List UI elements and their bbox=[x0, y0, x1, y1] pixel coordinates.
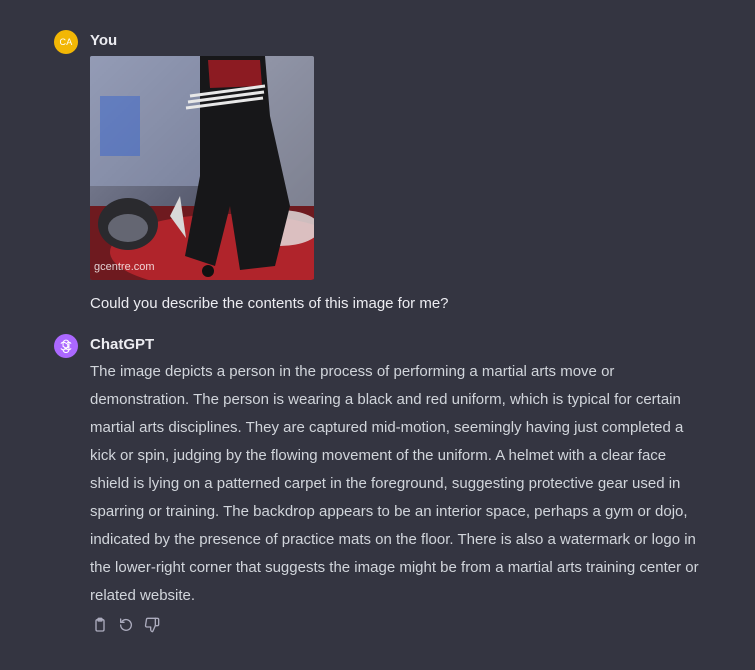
user-message-text: Could you describe the contents of this … bbox=[90, 295, 449, 312]
uploaded-image-photo: gcentre.com bbox=[90, 56, 314, 280]
user-avatar: CA bbox=[54, 30, 78, 54]
chat-thread: CA You gcentre.com Could you describe th… bbox=[0, 0, 755, 670]
user-avatar-initials: CA bbox=[59, 37, 73, 47]
chatgpt-avatar bbox=[54, 334, 78, 358]
copy-button[interactable] bbox=[90, 614, 110, 636]
message-actions bbox=[90, 614, 162, 636]
openai-logo-icon bbox=[60, 339, 72, 354]
uploaded-image[interactable]: gcentre.com bbox=[90, 56, 314, 280]
regenerate-button[interactable] bbox=[116, 614, 136, 636]
thumbs-down-button[interactable] bbox=[142, 614, 162, 636]
assistant-message-text: The image depicts a person in the proces… bbox=[90, 363, 699, 604]
thumbs-down-icon bbox=[144, 617, 160, 633]
user-author-label: You bbox=[90, 32, 118, 49]
clipboard-icon bbox=[95, 617, 105, 632]
assistant-author-label: ChatGPT bbox=[90, 336, 155, 353]
regenerate-icon bbox=[120, 618, 132, 631]
image-watermark: gcentre.com bbox=[94, 261, 155, 273]
